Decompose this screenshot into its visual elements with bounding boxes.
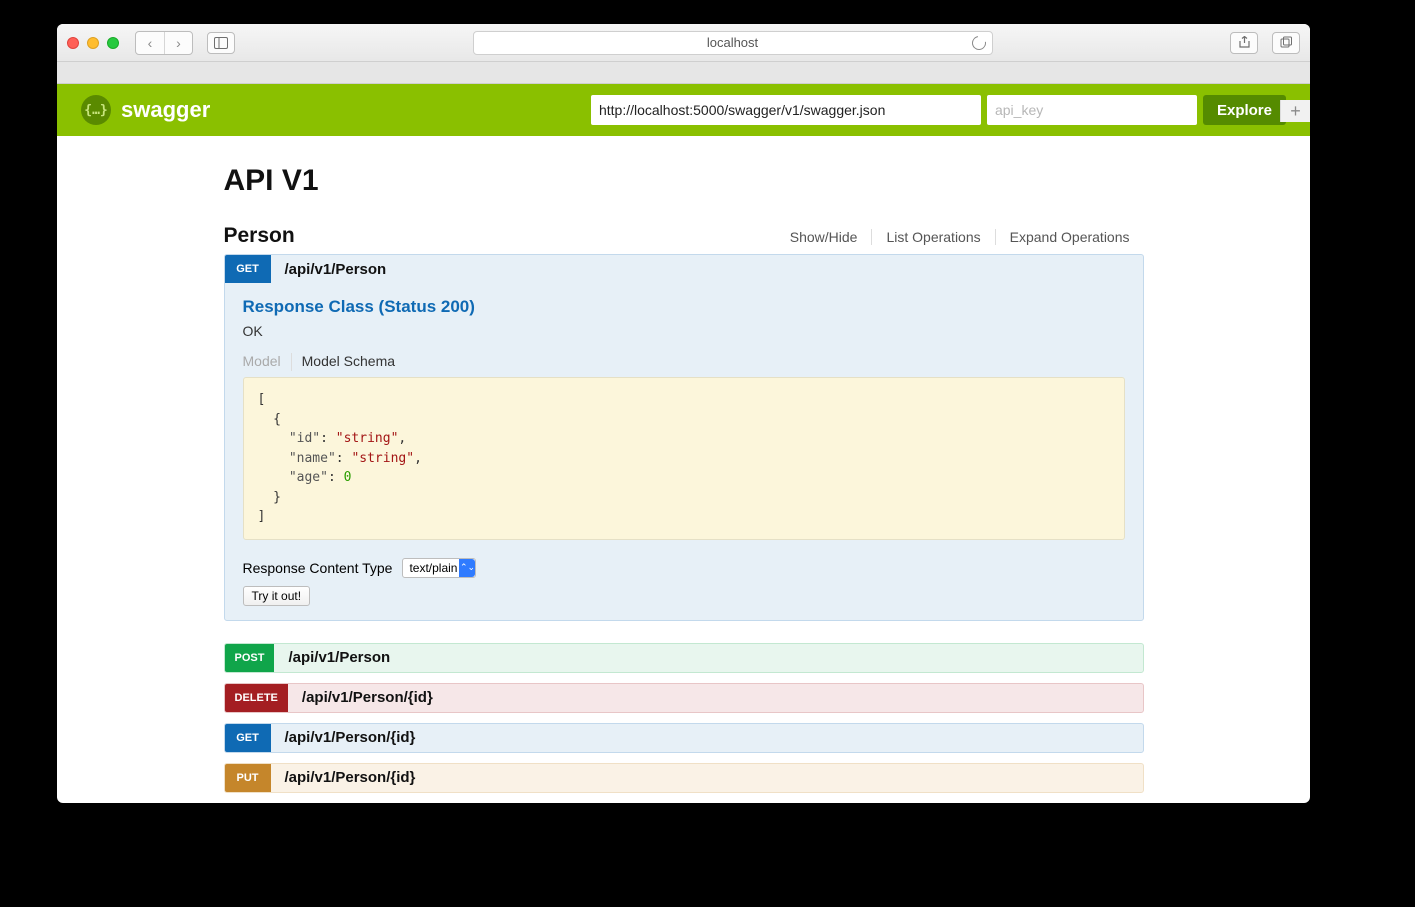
sidebar-toggle-button[interactable] (207, 32, 235, 54)
method-badge: PUT (225, 764, 271, 792)
method-badge: POST (225, 644, 275, 672)
reload-icon[interactable] (969, 33, 988, 52)
operation-path: /api/v1/Person/{id} (271, 729, 416, 746)
operation-path: /api/v1/Person (274, 649, 390, 666)
traffic-lights (67, 37, 119, 49)
api-key-input[interactable] (987, 95, 1197, 125)
swagger-url-input[interactable] (591, 95, 981, 125)
method-badge: DELETE (225, 684, 288, 712)
chevron-updown-icon: ⌃⌄ (459, 559, 475, 577)
operation-row[interactable]: GET/api/v1/Person/{id} (224, 723, 1144, 753)
tabs-button[interactable] (1272, 32, 1300, 54)
swagger-brand-text: swagger (121, 97, 210, 123)
back-button[interactable]: ‹ (136, 32, 164, 54)
operation-row[interactable]: POST/api/v1/Person (224, 643, 1144, 673)
minimize-icon[interactable] (87, 37, 99, 49)
method-badge: GET (225, 724, 271, 752)
operation-links: Show/Hide List Operations Expand Operati… (776, 229, 1144, 245)
operation-get-person: GET /api/v1/Person Response Class (Statu… (224, 254, 1144, 621)
operation-path: /api/v1/Person (271, 261, 387, 278)
swagger-logo-icon: {…} (81, 95, 111, 125)
forward-button[interactable]: › (164, 32, 192, 54)
address-bar[interactable]: localhost (473, 31, 993, 55)
list-operations-link[interactable]: List Operations (871, 229, 994, 245)
model-schema-code[interactable]: [ { "id": "string", "name": "string", "a… (243, 377, 1125, 540)
browser-window: ‹ › localhost + {…} swagger Explore (57, 24, 1310, 803)
method-badge: GET (225, 255, 271, 283)
nav-buttons: ‹ › (135, 31, 193, 55)
titlebar: ‹ › localhost (57, 24, 1310, 62)
operation-row[interactable]: DELETE/api/v1/Person/{id} (224, 683, 1144, 713)
resource-header: Person Show/Hide List Operations Expand … (224, 224, 1144, 248)
operation-header[interactable]: GET /api/v1/Person (225, 255, 1143, 283)
response-class-title: Response Class (Status 200) (243, 297, 1125, 317)
swagger-header: {…} swagger Explore (57, 84, 1310, 136)
share-button[interactable] (1230, 32, 1258, 54)
tab-strip: + (57, 62, 1310, 84)
try-it-out-button[interactable]: Try it out! (243, 586, 311, 606)
maximize-icon[interactable] (107, 37, 119, 49)
operation-path: /api/v1/Person/{id} (271, 769, 416, 786)
response-status-text: OK (243, 323, 1125, 339)
expand-operations-link[interactable]: Expand Operations (995, 229, 1144, 245)
explore-button[interactable]: Explore (1203, 95, 1286, 125)
resource-name[interactable]: Person (224, 224, 295, 248)
content-type-select[interactable]: text/plain ⌃⌄ (402, 558, 476, 578)
api-title: API V1 (224, 164, 1144, 198)
show-hide-link[interactable]: Show/Hide (776, 229, 872, 245)
content-type-value: text/plain (409, 561, 457, 575)
close-icon[interactable] (67, 37, 79, 49)
response-content-type-label: Response Content Type (243, 560, 393, 576)
swagger-logo: {…} swagger (81, 95, 210, 125)
tab-model[interactable]: Model (243, 353, 292, 371)
new-tab-button[interactable]: + (1280, 100, 1310, 122)
operations-list: POST/api/v1/Person DELETE/api/v1/Person/{… (224, 643, 1144, 793)
tab-model-schema[interactable]: Model Schema (302, 353, 405, 371)
operation-path: /api/v1/Person/{id} (288, 689, 433, 706)
address-text: localhost (707, 35, 758, 50)
operation-row[interactable]: PUT/api/v1/Person/{id} (224, 763, 1144, 793)
